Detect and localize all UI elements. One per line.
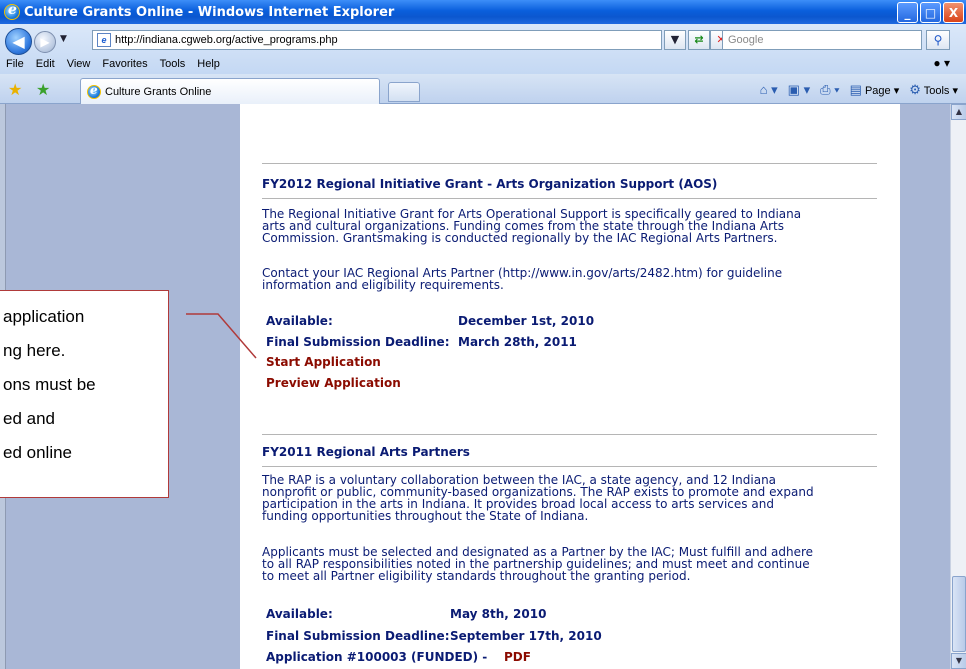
deadline-value: September 17th, 2010: [450, 629, 602, 643]
preview-application-link[interactable]: Preview Application: [266, 376, 401, 390]
available-label: Available:: [266, 314, 333, 328]
available-value: December 1st, 2010: [458, 314, 595, 328]
section-description: The RAP is a voluntary collaboration bet…: [262, 473, 814, 523]
menu-file[interactable]: File: [0, 58, 30, 70]
callout-line: ed and: [3, 409, 55, 428]
divider: [262, 163, 877, 164]
menu-tools[interactable]: Tools: [154, 58, 192, 70]
gear-icon: ⚙: [909, 82, 921, 97]
annotation-callout: application ng here. ons must be ed and …: [0, 290, 169, 498]
section-contact: Contact your IAC Regional Arts Partner (…: [262, 266, 783, 292]
callout-line: ons must be: [3, 375, 96, 394]
available-value: May 8th, 2010: [450, 607, 547, 621]
tab-culture-grants[interactable]: Culture Grants Online: [80, 78, 380, 104]
address-dropdown-icon[interactable]: ▼: [664, 30, 686, 50]
maximize-button[interactable]: □: [920, 2, 941, 23]
divider: [262, 198, 877, 199]
menu-help[interactable]: Help: [191, 58, 226, 70]
section-description: The Regional Initiative Grant for Arts O…: [262, 207, 802, 245]
menu-bar: File Edit View Favorites Tools Help ● ▾: [0, 54, 966, 74]
pdf-link[interactable]: PDF: [504, 650, 531, 664]
feeds-icon[interactable]: ▣ ▾: [788, 82, 810, 98]
search-input[interactable]: Google: [722, 30, 922, 50]
available-label: Available:: [266, 607, 333, 621]
print-icon[interactable]: ⎙ ▾: [820, 82, 839, 98]
section-title: FY2011 Regional Arts Partners: [262, 445, 470, 459]
page-menu-icon: ▤: [849, 82, 862, 97]
history-dropdown-icon[interactable]: ▼: [60, 34, 67, 44]
address-input[interactable]: e http://indiana.cgweb.org/active_progra…: [92, 30, 662, 50]
menu-edit[interactable]: Edit: [30, 58, 61, 70]
add-favorite-icon[interactable]: ★: [36, 80, 50, 99]
search-icon[interactable]: ⚲: [926, 30, 950, 50]
tab-label: Culture Grants Online: [105, 85, 212, 98]
application-status: Application #100003 (FUNDED) -: [266, 650, 488, 664]
page-icon: e: [97, 33, 111, 47]
tools-menu-button[interactable]: ⚙ Tools ▾: [909, 82, 958, 98]
section-title: FY2012 Regional Initiative Grant - Arts …: [262, 177, 718, 191]
window-titlebar: Culture Grants Online - Windows Internet…: [0, 0, 966, 24]
home-icon[interactable]: ⌂ ▾: [760, 82, 778, 98]
forward-button[interactable]: ▶: [34, 31, 56, 53]
address-toolbar: ◀ ▶ ▼ e http://indiana.cgweb.org/active_…: [0, 24, 966, 74]
divider: [262, 434, 877, 435]
ie-logo-icon: [4, 2, 20, 20]
scroll-down-button[interactable]: ▼: [951, 653, 966, 669]
tabs-bar: ★ ★ Culture Grants Online ⌂ ▾ ▣ ▾ ⎙ ▾ ▤ …: [0, 74, 966, 104]
window-title: Culture Grants Online - Windows Internet…: [24, 4, 395, 20]
tab-ie-icon: [87, 83, 101, 99]
minimize-button[interactable]: _: [897, 2, 918, 23]
callout-line: ng here.: [3, 341, 66, 360]
deadline-label: Final Submission Deadline:: [266, 335, 450, 349]
scroll-up-button[interactable]: ▲: [951, 104, 966, 120]
deadline-label: Final Submission Deadline:: [266, 629, 450, 643]
divider: [262, 466, 877, 467]
vertical-scrollbar[interactable]: ▲ ▼: [950, 104, 966, 669]
scroll-thumb[interactable]: [952, 576, 966, 652]
address-url: http://indiana.cgweb.org/active_programs…: [115, 34, 338, 46]
toolbar-options-icon[interactable]: ● ▾: [927, 56, 956, 70]
page-menu-button[interactable]: ▤ Page ▾: [850, 82, 900, 98]
back-button[interactable]: ◀: [5, 28, 32, 55]
close-button[interactable]: X: [943, 2, 964, 23]
new-tab-button[interactable]: [388, 82, 420, 102]
deadline-value: March 28th, 2011: [458, 335, 577, 349]
callout-line: ed online: [3, 443, 73, 462]
favorites-star-icon[interactable]: ★: [8, 80, 22, 99]
refresh-icon[interactable]: ⇄: [688, 30, 710, 50]
page-content: FY2012 Regional Initiative Grant - Arts …: [240, 104, 900, 669]
command-bar: ⌂ ▾ ▣ ▾ ⎙ ▾ ▤ Page ▾ ⚙ Tools ▾: [760, 82, 958, 98]
section-requirements: Applicants must be selected and designat…: [262, 545, 814, 583]
start-application-link[interactable]: Start Application: [266, 355, 381, 369]
menu-favorites[interactable]: Favorites: [96, 58, 153, 70]
menu-view[interactable]: View: [61, 58, 97, 70]
callout-line: application: [3, 307, 85, 326]
